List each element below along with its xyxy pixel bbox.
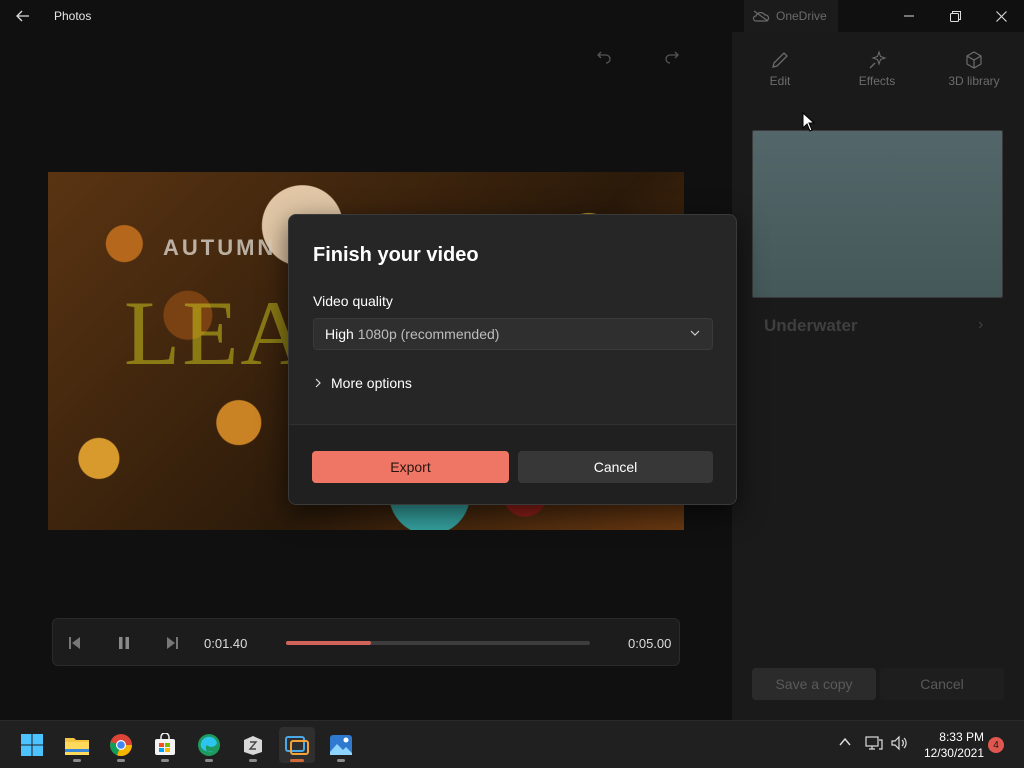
back-arrow-icon (16, 10, 29, 22)
total-time: 0:05.00 (628, 636, 672, 651)
taskbar-store[interactable] (147, 727, 183, 763)
tab-effects[interactable]: Effects (837, 46, 917, 88)
start-icon (21, 734, 43, 756)
file-explorer-icon (65, 738, 89, 755)
video-quality-label: Video quality (313, 293, 393, 309)
playback-bar: 0:01.40 0:05.00 (52, 618, 680, 666)
seek-progress (286, 641, 372, 645)
cloud-off-icon (752, 10, 770, 22)
network-icon (865, 736, 883, 750)
minimize-button[interactable] (886, 0, 932, 32)
app-title: Photos (54, 9, 92, 23)
close-button[interactable] (978, 0, 1024, 32)
taskbar-mail[interactable] (235, 727, 271, 763)
start-button[interactable] (14, 727, 50, 763)
taskbar-chrome[interactable] (103, 727, 139, 763)
clock-date: 12/30/2021 (923, 746, 984, 760)
chevron-right-icon (315, 378, 321, 388)
effect-thumbnail[interactable] (752, 130, 1003, 298)
photos-app-window: Photos OneDrive AUTUMN LEAVE 0:01.40 0:0… (0, 0, 1024, 720)
show-hidden-icons-button[interactable] (838, 735, 852, 752)
dialog-footer: Export Cancel (289, 424, 736, 504)
taskbar-edge[interactable] (191, 727, 227, 763)
redo-icon (665, 51, 679, 64)
skip-back-icon (69, 637, 80, 649)
onedrive-label: OneDrive (776, 9, 827, 23)
store-icon (155, 733, 175, 755)
more-options-label: More options (331, 375, 412, 391)
chevron-right-icon[interactable]: › (978, 316, 983, 334)
tab-effects-label: Effects (858, 74, 896, 88)
tab-edit-label: Edit (769, 74, 791, 88)
pencil-icon (772, 52, 788, 68)
onedrive-status[interactable]: OneDrive (744, 0, 838, 32)
export-button[interactable]: Export (312, 451, 509, 483)
volume-icon (891, 735, 907, 751)
back-button[interactable] (8, 4, 38, 28)
video-quality-select[interactable]: High 1080p (recommended) (313, 318, 713, 350)
save-copy-button[interactable]: Save a copy (752, 668, 876, 700)
title-bar: Photos OneDrive (0, 0, 1024, 32)
panel-cancel-button[interactable]: Cancel (880, 668, 1004, 700)
redo-button[interactable] (659, 44, 685, 68)
skip-forward-icon (167, 637, 178, 649)
cube-icon (966, 51, 982, 69)
taskbar-clock[interactable]: 8:33 PM 12/30/2021 (918, 729, 984, 761)
undo-button[interactable] (591, 44, 617, 68)
taskbar-photos[interactable] (323, 727, 359, 763)
clock-time: 8:33 PM (939, 730, 984, 744)
video-editor-icon (285, 736, 309, 755)
volume-button[interactable] (890, 735, 908, 754)
restore-icon (949, 10, 961, 22)
taskbar: 8:33 PM 12/30/2021 4 (0, 720, 1024, 768)
effect-name: Underwater (764, 316, 858, 335)
quality-value-main: High (325, 326, 354, 342)
chevron-down-icon (690, 327, 700, 341)
seek-slider[interactable] (286, 641, 590, 645)
taskbar-file-explorer[interactable] (59, 727, 95, 763)
restore-button[interactable] (932, 0, 978, 32)
notification-badge[interactable]: 4 (988, 737, 1004, 753)
photos-icon (330, 735, 352, 755)
pause-button[interactable] (112, 631, 136, 655)
next-frame-button[interactable] (160, 631, 184, 655)
dialog-title: Finish your video (313, 244, 479, 266)
sparkle-icon (869, 50, 887, 69)
mail-icon (244, 736, 262, 755)
effects-panel: Edit Effects 3D library Underwater › Sav… (732, 32, 1024, 720)
close-icon (995, 10, 1007, 22)
chrome-icon (110, 734, 133, 757)
edge-icon (198, 734, 220, 756)
preview-caption-top: AUTUMN (163, 235, 277, 260)
current-time: 0:01.40 (204, 636, 248, 651)
mouse-pointer-icon (802, 112, 816, 132)
quality-value-detail: 1080p (recommended) (357, 326, 500, 342)
chevron-up-icon (839, 737, 851, 746)
network-button[interactable] (865, 735, 883, 754)
tab-edit[interactable]: Edit (740, 46, 820, 88)
finish-video-dialog: Finish your video Video quality High 108… (288, 214, 737, 505)
taskbar-video-editor[interactable] (279, 727, 315, 763)
cancel-button[interactable]: Cancel (518, 451, 713, 483)
more-options-toggle[interactable]: More options (313, 375, 412, 391)
pause-icon (119, 637, 129, 649)
tab-3d-library[interactable]: 3D library (934, 46, 1014, 88)
minimize-icon (904, 15, 914, 17)
tab-3d-library-label: 3D library (948, 74, 1000, 88)
undo-icon (597, 51, 611, 64)
previous-frame-button[interactable] (63, 631, 87, 655)
